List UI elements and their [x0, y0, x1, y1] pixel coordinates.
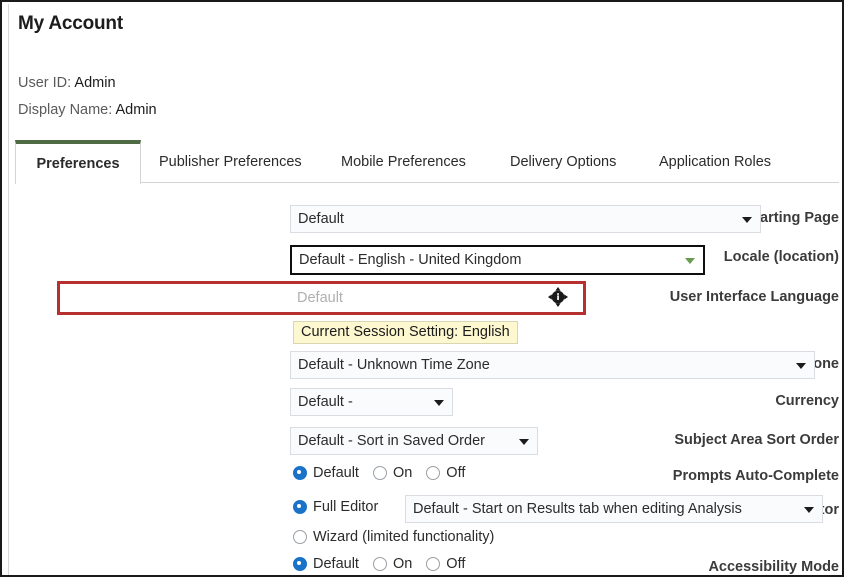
analysis-editor-wizard-radio-group: Wizard (limited functionality): [293, 529, 508, 545]
time-zone-select[interactable]: Default - Unknown Time Zone: [290, 351, 815, 379]
prompts-auto-complete-label-on[interactable]: On: [393, 465, 412, 481]
info-icon[interactable]: [548, 287, 568, 307]
user-id-line: User ID: Admin: [18, 75, 116, 91]
subject-area-sort-order-select-box[interactable]: Default - Sort in Saved Order: [290, 427, 538, 455]
display-name-line: Display Name: Admin: [18, 102, 157, 118]
page-content: My Account User ID: Admin Display Name: …: [8, 4, 839, 575]
tab-application-roles[interactable]: Application Roles: [645, 140, 785, 183]
prompts-auto-complete-label-off[interactable]: Off: [446, 465, 465, 481]
ui-language-select[interactable]: Default: [290, 285, 578, 311]
accessibility-mode-radio-on[interactable]: [372, 557, 387, 571]
prompts-auto-complete-label: Prompts Auto-Complete: [672, 468, 839, 484]
time-zone-value: Default - Unknown Time Zone: [298, 357, 490, 373]
tab-preferences[interactable]: Preferences: [15, 140, 141, 184]
currency-label: Currency: [775, 393, 839, 409]
tab-preferences-label: Preferences: [36, 156, 120, 172]
locale-value: Default - English - United Kingdom: [299, 252, 522, 268]
ui-language-value: Default: [297, 290, 343, 306]
subject-area-sort-order-select[interactable]: Default - Sort in Saved Order: [290, 427, 538, 455]
page-title: My Account: [18, 13, 123, 34]
analysis-editor-start-tab-select[interactable]: Default - Start on Results tab when edit…: [405, 495, 823, 523]
tab-mobile-preferences[interactable]: Mobile Preferences: [327, 140, 480, 183]
analysis-editor-radio-wizard[interactable]: [293, 530, 307, 544]
user-id-value: Admin: [74, 75, 116, 91]
chevron-down-icon: [685, 258, 695, 264]
tab-delivery-options-label: Delivery Options: [510, 153, 617, 170]
time-zone-select-box[interactable]: Default - Unknown Time Zone: [290, 351, 815, 379]
user-id-label: User ID:: [18, 75, 72, 91]
starting-page-value: Default: [298, 211, 344, 227]
chevron-down-icon: [434, 400, 444, 406]
chevron-down-icon: [804, 507, 814, 513]
locale-select-box[interactable]: Default - English - United Kingdom: [290, 245, 705, 275]
tab-delivery-options[interactable]: Delivery Options: [496, 140, 630, 183]
accessibility-mode-radio-default[interactable]: [293, 557, 307, 571]
prompts-auto-complete-radio-off[interactable]: [426, 466, 441, 480]
subject-area-sort-order-value: Default - Sort in Saved Order: [298, 433, 485, 449]
currency-value: Default -: [298, 394, 353, 410]
accessibility-mode-radios: Default On Off: [293, 556, 479, 572]
prompts-auto-complete-radio-on[interactable]: [372, 466, 387, 480]
session-setting-note: Current Session Setting: English: [293, 321, 518, 344]
ui-language-label: User Interface Language: [669, 289, 839, 305]
accessibility-mode-label-on[interactable]: On: [393, 556, 412, 572]
analysis-editor-start-tab-select-box[interactable]: Default - Start on Results tab when edit…: [405, 495, 823, 523]
accessibility-mode-label-off[interactable]: Off: [446, 556, 465, 572]
chevron-down-icon: [519, 439, 529, 445]
tab-publisher-preferences[interactable]: Publisher Preferences: [145, 140, 316, 183]
ui-language-select-box[interactable]: Default: [290, 285, 578, 311]
tab-application-roles-label: Application Roles: [659, 153, 772, 170]
currency-select-box[interactable]: Default -: [290, 388, 453, 416]
chevron-down-icon: [796, 363, 806, 369]
starting-page-select[interactable]: Default: [290, 205, 761, 233]
analysis-editor-radio-full[interactable]: [293, 500, 307, 514]
display-name-value: Admin: [115, 102, 157, 118]
analysis-editor-label-full[interactable]: Full Editor: [313, 499, 378, 515]
prompts-auto-complete-label-default[interactable]: Default: [313, 465, 359, 481]
accessibility-mode-label-default[interactable]: Default: [313, 556, 359, 572]
display-name-label: Display Name:: [18, 102, 113, 118]
prompts-auto-complete-radios: Default On Off: [293, 465, 479, 481]
analysis-editor-label-wizard[interactable]: Wizard (limited functionality): [313, 529, 494, 545]
subject-area-sort-order-label: Subject Area Sort Order: [674, 432, 839, 448]
accessibility-mode-label: Accessibility Mode: [708, 559, 839, 575]
tab-strip: Preferences Publisher Preferences Mobile…: [15, 140, 839, 184]
starting-page-select-box[interactable]: Default: [290, 205, 761, 233]
prompts-auto-complete-radio-default[interactable]: [293, 466, 307, 480]
analysis-editor-full-radio-group: Full Editor: [293, 499, 386, 515]
chevron-down-icon: [742, 217, 752, 223]
accessibility-mode-radio-off[interactable]: [426, 557, 441, 571]
tab-publisher-preferences-label: Publisher Preferences: [159, 153, 302, 170]
my-account-page: My Account User ID: Admin Display Name: …: [0, 0, 844, 577]
locale-select[interactable]: Default - English - United Kingdom: [290, 245, 705, 275]
currency-select[interactable]: Default -: [290, 388, 453, 416]
tab-mobile-preferences-label: Mobile Preferences: [341, 153, 466, 170]
analysis-editor-start-tab-value: Default - Start on Results tab when edit…: [413, 501, 742, 517]
